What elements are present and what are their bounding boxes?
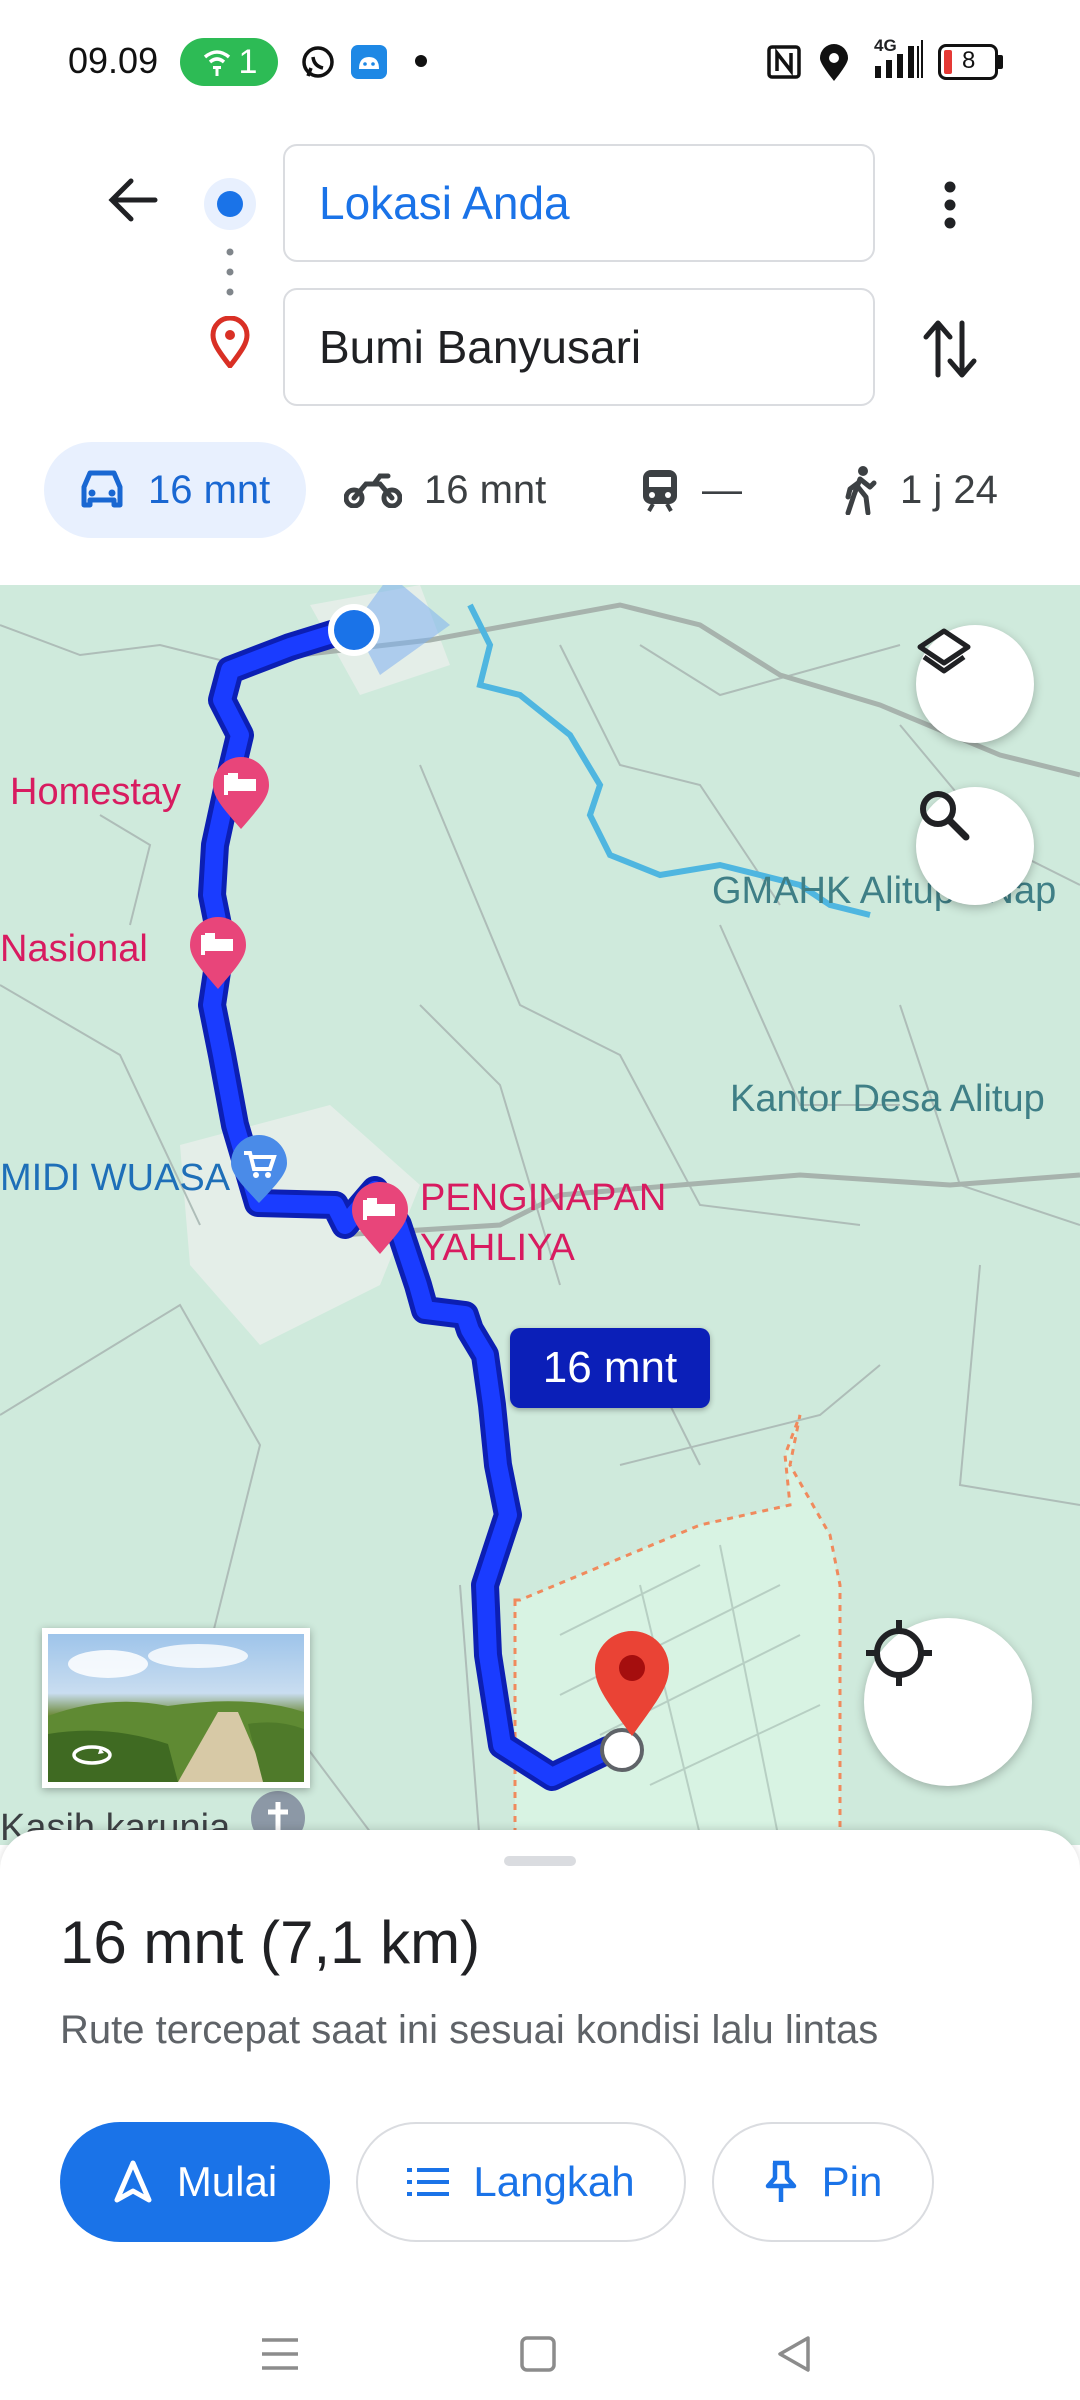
status-bar: 09.09 1 4G 8 <box>0 0 1080 120</box>
battery-icon: 8 <box>938 44 1004 80</box>
steps-button[interactable]: Langkah <box>356 2122 686 2242</box>
start-button-label: Mulai <box>176 2158 278 2205</box>
destination-input[interactable]: Bumi Banyusari <box>283 288 875 406</box>
tab-transit[interactable]: — <box>640 442 742 538</box>
tab-motorcycle[interactable]: 16 mnt <box>344 442 546 538</box>
dot-icon <box>415 55 427 67</box>
system-navigation-bar <box>0 2290 1080 2400</box>
car-icon <box>81 470 123 508</box>
route-subtitle: Rute tercepat saat ini sesuai kondisi la… <box>60 2008 879 2052</box>
route-summary: 16 mnt (7,1 km) <box>60 1909 481 1976</box>
train-icon <box>643 470 677 512</box>
origin-input-text: Lokasi Anda <box>319 177 570 229</box>
back-button[interactable] <box>92 160 172 240</box>
recenter-button[interactable] <box>864 1618 1032 1786</box>
shopping-cart-marker-icon[interactable] <box>228 1133 290 1205</box>
rotate-360-icon <box>72 1745 112 1765</box>
location-icon <box>820 44 848 81</box>
directions-header: Lokasi Anda Bumi Banyusari 16 mnt 16 mnt… <box>0 120 1080 585</box>
pin-button[interactable]: Pin <box>712 2122 934 2242</box>
street-view-thumbnail[interactable] <box>42 1628 310 1788</box>
destination-pin-icon <box>210 316 250 368</box>
map-view[interactable]: Homestay Nasional MIDI WUASA PENGINAPAN … <box>0 585 1080 1845</box>
route-eta-text: 16 mnt <box>542 1343 678 1392</box>
tab-transit-label: — <box>702 467 742 512</box>
walk-icon <box>845 466 877 515</box>
signal-4g-icon: 4G <box>872 36 934 80</box>
wifi-hotspot-badge: 1 <box>180 38 278 86</box>
back-nav-icon[interactable] <box>774 2334 814 2374</box>
map-label-homestay: Homestay <box>10 771 182 813</box>
route-eta-chip[interactable]: 16 mnt <box>510 1328 710 1408</box>
search-icon <box>920 791 970 841</box>
map-label-midi-wuasa: MIDI WUASA <box>0 1157 231 1199</box>
pin-icon <box>765 2160 796 2202</box>
map-label-nasional: Nasional <box>0 928 148 970</box>
layers-button[interactable] <box>916 625 1034 743</box>
battery-level: 8 <box>962 47 976 74</box>
layers-icon <box>917 628 971 674</box>
hotel-marker-icon[interactable] <box>187 915 249 991</box>
android-icon <box>351 45 387 79</box>
nfc-icon <box>767 45 801 79</box>
tab-walk[interactable]: 1 j 24 <box>842 442 998 538</box>
hotel-marker-icon[interactable] <box>349 1180 411 1256</box>
swap-button[interactable] <box>908 307 992 391</box>
map-label-yahliya: YAHLIYA <box>420 1227 575 1269</box>
maps-directions-screen: 09.09 1 4G 8 Lokasi Anda Bumi Banyusari … <box>0 0 1080 2400</box>
more-options-button[interactable] <box>910 165 990 245</box>
list-icon <box>407 2168 450 2196</box>
status-time: 09.09 <box>68 40 159 81</box>
search-along-route-button[interactable] <box>916 787 1034 905</box>
tab-car[interactable]: 16 mnt <box>44 442 306 538</box>
my-location-icon <box>866 1620 932 1686</box>
arrow-back-icon <box>108 178 158 222</box>
tab-car-label: 16 mnt <box>148 467 271 512</box>
sheet-drag-handle[interactable] <box>504 1856 576 1866</box>
swap-vert-icon <box>923 320 977 378</box>
navigation-arrow-icon <box>114 2160 152 2203</box>
steps-button-label: Langkah <box>473 2158 635 2205</box>
destination-marker-icon[interactable] <box>592 1628 672 1738</box>
tab-motorcycle-label: 16 mnt <box>424 467 547 512</box>
menu-icon[interactable] <box>258 2336 302 2372</box>
map-label-kantor-desa: Kantor Desa Alitup <box>730 1078 1045 1120</box>
wifi-count: 1 <box>238 42 258 81</box>
travel-mode-tabs: 16 mnt 16 mnt — 1 j 24 <box>0 442 1080 538</box>
motorcycle-icon <box>344 473 402 508</box>
origin-input[interactable]: Lokasi Anda <box>283 144 875 262</box>
map-label-penginapan: PENGINAPAN <box>420 1177 667 1219</box>
whatsapp-icon <box>302 46 334 78</box>
tab-walk-label: 1 j 24 <box>900 467 998 512</box>
destination-input-text: Bumi Banyusari <box>319 321 642 373</box>
route-connector-dots <box>226 248 234 296</box>
more-vert-icon <box>944 181 956 229</box>
hotel-marker-icon[interactable] <box>210 755 272 831</box>
home-icon[interactable] <box>518 2334 558 2374</box>
start-button[interactable]: Mulai <box>60 2122 330 2242</box>
origin-dot-icon <box>204 178 256 230</box>
wifi-hotspot-icon <box>203 50 230 76</box>
pin-button-label: Pin <box>821 2158 883 2205</box>
